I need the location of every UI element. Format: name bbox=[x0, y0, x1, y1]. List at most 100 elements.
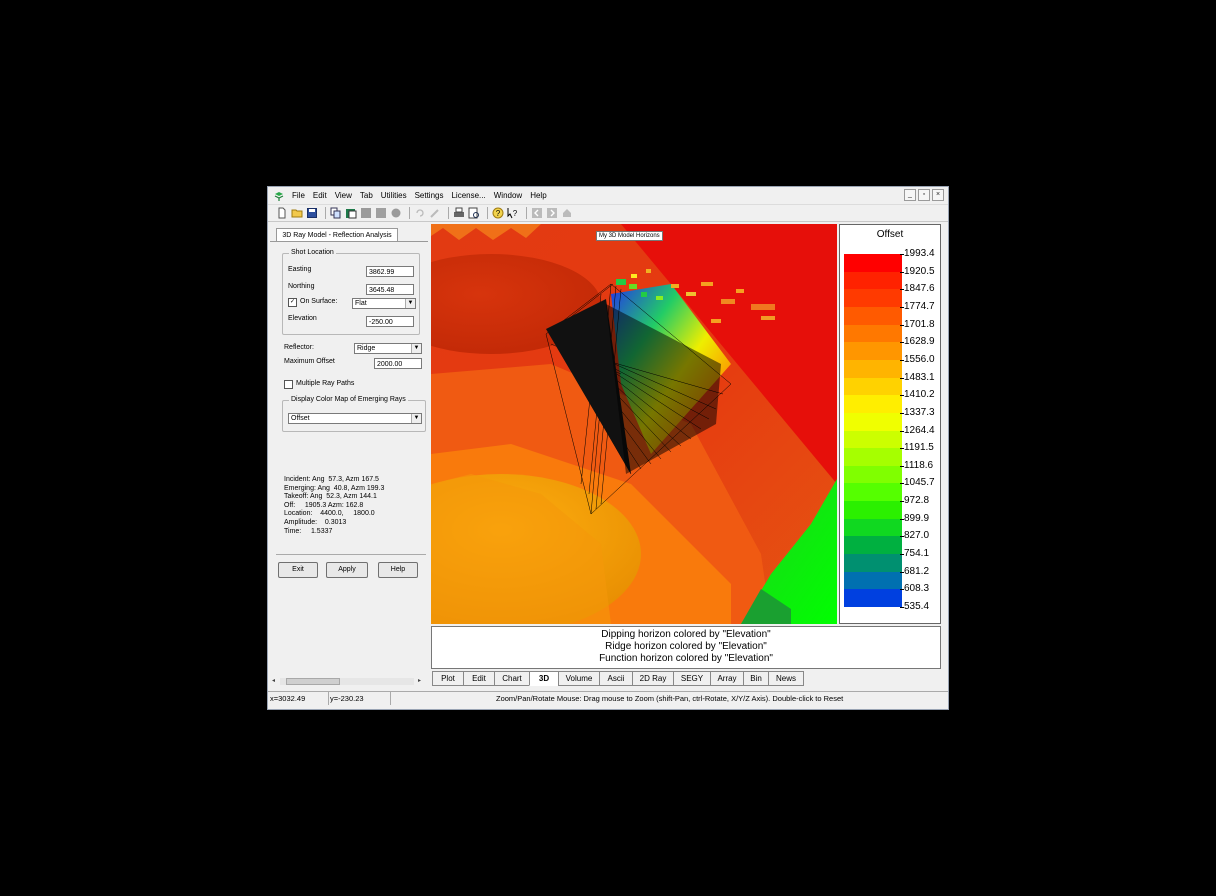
menu-file[interactable]: File bbox=[288, 187, 309, 204]
info-line: Location: 4400.0, 1800.0 bbox=[284, 510, 375, 518]
note-line: Function horizon colored by "Elevation" bbox=[599, 653, 773, 664]
note-line: Ridge horizon colored by "Elevation" bbox=[605, 641, 767, 652]
ray-info: Incident: Ang 57.3, Azm 167.5 Emerging: A… bbox=[284, 476, 384, 536]
tab-volume[interactable]: Volume bbox=[558, 671, 600, 686]
toolbar-separator bbox=[325, 207, 326, 219]
legend-swatch bbox=[844, 377, 902, 396]
legend-swatch bbox=[844, 306, 902, 325]
scroll-thumb[interactable] bbox=[286, 678, 340, 685]
save-icon[interactable] bbox=[306, 207, 318, 219]
help-topics-icon[interactable]: ? bbox=[492, 207, 504, 219]
legend-tick-label: 535.4 bbox=[904, 601, 930, 612]
grid-disabled-icon[interactable] bbox=[360, 207, 372, 219]
legend-tick-label: 1920.5 bbox=[904, 265, 935, 277]
chevron-down-icon[interactable]: ▼ bbox=[411, 344, 421, 353]
legend-swatch bbox=[844, 518, 902, 537]
print-icon[interactable] bbox=[453, 207, 465, 219]
context-help-icon[interactable]: ? bbox=[507, 207, 519, 219]
3d-plot-view[interactable]: My 3D Model Horizons bbox=[431, 224, 837, 624]
copy-icon[interactable] bbox=[330, 207, 342, 219]
paste-icon[interactable] bbox=[345, 207, 357, 219]
home-icon[interactable] bbox=[561, 207, 573, 219]
northing-label: Northing bbox=[288, 283, 315, 290]
menu-license[interactable]: License... bbox=[447, 187, 489, 204]
tab-plot[interactable]: Plot bbox=[432, 671, 464, 686]
menu-settings[interactable]: Settings bbox=[411, 187, 448, 204]
multiple-ray-checkbox[interactable] bbox=[284, 380, 293, 389]
tab-edit[interactable]: Edit bbox=[463, 671, 495, 686]
info-line: Emerging: Ang 40.8, Azm 199.3 bbox=[284, 484, 385, 492]
legend-tick-label: 608.3 bbox=[904, 583, 930, 595]
window-controls: _ ▫ × bbox=[904, 189, 944, 201]
menu-utilities[interactable]: Utilities bbox=[377, 187, 411, 204]
panel-divider bbox=[276, 554, 426, 555]
exit-button[interactable]: Exit bbox=[278, 562, 318, 578]
chevron-down-icon[interactable]: ▼ bbox=[411, 414, 421, 423]
restore-button[interactable]: ▫ bbox=[918, 189, 930, 201]
elevation-field[interactable]: -250.00 bbox=[366, 316, 414, 327]
horizon-notes: Dipping horizon colored by "Elevation" R… bbox=[431, 626, 941, 669]
legend-swatch bbox=[844, 465, 902, 484]
3d-render[interactable] bbox=[431, 224, 837, 624]
tab-array[interactable]: Array bbox=[710, 671, 744, 686]
back-icon[interactable] bbox=[531, 207, 543, 219]
legend-tick-label: 1410.2 bbox=[904, 389, 935, 401]
toolbar: ? ? bbox=[268, 204, 948, 222]
pencil-icon[interactable] bbox=[429, 207, 441, 219]
chevron-down-icon[interactable]: ▼ bbox=[405, 299, 415, 308]
scroll-right-icon[interactable]: ▸ bbox=[418, 677, 421, 684]
table-disabled-icon[interactable] bbox=[375, 207, 387, 219]
tab-segy[interactable]: SEGY bbox=[673, 671, 711, 686]
legend-swatch bbox=[844, 483, 902, 502]
undo-icon[interactable] bbox=[414, 207, 426, 219]
color-map-value: Offset bbox=[291, 415, 310, 422]
reflector-label: Reflector: bbox=[284, 344, 314, 351]
legend-tick-label: 1993.4 bbox=[904, 248, 935, 259]
menu-view[interactable]: View bbox=[331, 187, 356, 204]
legend-tick-label: 972.8 bbox=[904, 495, 930, 507]
help-button[interactable]: Help bbox=[378, 562, 418, 578]
tab-ascii[interactable]: Ascii bbox=[599, 671, 633, 686]
legend-swatch bbox=[844, 536, 902, 555]
record-disabled-icon[interactable] bbox=[390, 207, 402, 219]
menu-help[interactable]: Help bbox=[526, 187, 550, 204]
on-surface-checkbox[interactable]: ✓ bbox=[288, 298, 297, 307]
on-surface-select[interactable]: Flat ▼ bbox=[352, 298, 416, 309]
menu-tab[interactable]: Tab bbox=[356, 187, 377, 204]
reflector-value: Ridge bbox=[357, 345, 376, 352]
tab-2d-ray[interactable]: 2D Ray bbox=[632, 671, 674, 686]
svg-text:?: ? bbox=[513, 209, 518, 218]
tab-bin[interactable]: Bin bbox=[743, 671, 769, 686]
legend-swatch bbox=[844, 289, 902, 308]
max-offset-field[interactable]: 2000.00 bbox=[374, 358, 422, 369]
multiple-ray-label: Multiple Ray Paths bbox=[296, 380, 355, 387]
tab-ray-model[interactable]: 3D Ray Model - Reflection Analysis bbox=[276, 228, 398, 242]
new-file-icon[interactable] bbox=[276, 207, 288, 219]
toolbar-separator bbox=[448, 207, 449, 219]
forward-icon[interactable] bbox=[546, 207, 558, 219]
menu-edit[interactable]: Edit bbox=[309, 187, 331, 204]
app-icon bbox=[274, 191, 284, 201]
tab-news[interactable]: News bbox=[768, 671, 804, 686]
legend-title: Offset bbox=[876, 229, 904, 240]
panel-scrollbar[interactable]: ◂ ▸ bbox=[270, 677, 426, 686]
northing-field[interactable]: 3645.48 bbox=[366, 284, 414, 295]
reflector-select[interactable]: Ridge ▼ bbox=[354, 343, 422, 354]
minimize-button[interactable]: _ bbox=[904, 189, 916, 201]
color-map-title: Display Color Map of Emerging Rays bbox=[289, 396, 408, 403]
tab-chart[interactable]: Chart bbox=[494, 671, 530, 686]
legend-tick-label: 754.1 bbox=[904, 548, 930, 560]
color-map-select[interactable]: Offset ▼ bbox=[288, 413, 422, 424]
scroll-left-icon[interactable]: ◂ bbox=[272, 677, 275, 684]
menu-window[interactable]: Window bbox=[490, 187, 526, 204]
easting-field[interactable]: 3862.99 bbox=[366, 266, 414, 277]
info-line: Takeoff: Ang 52.3, Azm 144.1 bbox=[284, 493, 377, 501]
close-button[interactable]: × bbox=[932, 189, 944, 201]
open-folder-icon[interactable] bbox=[291, 207, 303, 219]
tab-3d[interactable]: 3D bbox=[529, 671, 559, 686]
print-preview-icon[interactable] bbox=[468, 207, 480, 219]
plot-title: My 3D Model Horizons bbox=[596, 231, 663, 241]
legend-tick-label: 681.2 bbox=[904, 565, 930, 577]
legend-tick-label: 1774.7 bbox=[904, 300, 935, 312]
apply-button[interactable]: Apply bbox=[326, 562, 368, 578]
